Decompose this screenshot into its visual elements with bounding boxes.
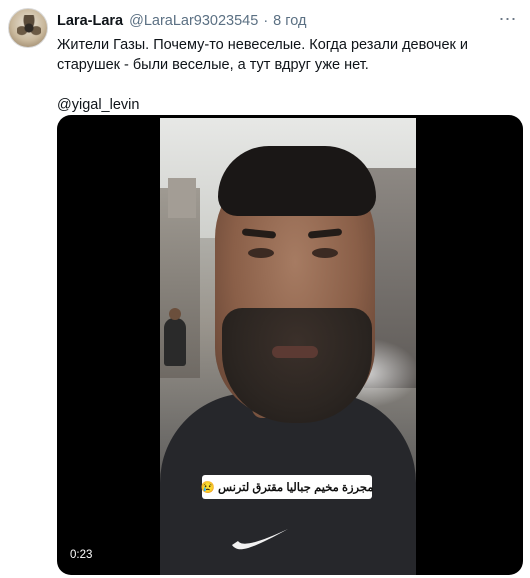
video-caption: مجرزة مخيم جباليا مقترق لترنس 😢 — [201, 475, 373, 499]
video-person-hair — [218, 146, 376, 216]
more-options-icon[interactable]: ⋯ — [496, 10, 520, 28]
video-frame[interactable]: مجرزة مخيم جباليا مقترق لترنس 😢 — [160, 118, 416, 575]
timestamp[interactable]: 8 год — [273, 13, 306, 29]
tweet-text: Жители Газы. Почему-то невеселые. Когда … — [57, 37, 473, 73]
separator-dot: · — [263, 13, 269, 29]
video-bystander — [164, 308, 186, 366]
video-person-mouth — [272, 346, 318, 358]
avatar[interactable] — [8, 8, 48, 48]
video-duration-badge: 0:23 — [66, 546, 97, 564]
video-person-eye-left — [248, 248, 274, 258]
avatar-image — [17, 15, 41, 41]
tweet-header: Lara-Lara @LaraLar93023545 · 8 год — [57, 13, 306, 31]
author-handle[interactable]: @LaraLar93023545 — [129, 13, 258, 29]
video-player[interactable]: مجرزة مخيم جباليا مقترق لترنس 😢 0:23 — [57, 115, 523, 575]
tweet-card[interactable]: Lara-Lara @LaraLar93023545 · 8 год ⋯ Жит… — [0, 0, 530, 578]
nike-swoosh-icon — [232, 529, 288, 550]
author-name[interactable]: Lara-Lara — [57, 13, 123, 29]
video-building-left-top — [168, 178, 196, 218]
mention-link[interactable]: @yigal_levin — [57, 95, 522, 115]
video-person-eye-right — [312, 248, 338, 258]
tweet-body: Жители Газы. Почему-то невеселые. Когда … — [57, 35, 522, 115]
